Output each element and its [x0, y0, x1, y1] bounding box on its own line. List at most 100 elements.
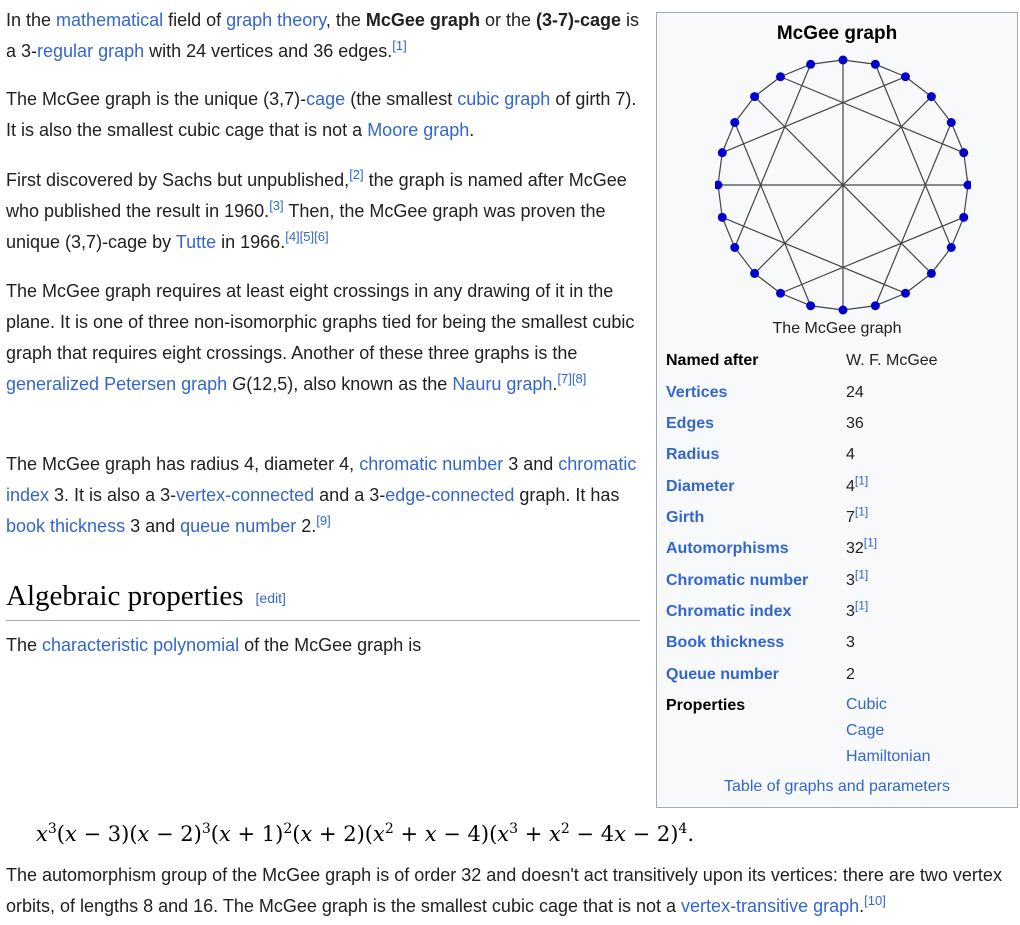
row-label-link[interactable]: Chromatic number	[666, 572, 808, 590]
chord-edge	[874, 64, 952, 248]
reference-2[interactable]: [2]	[349, 167, 363, 182]
text: The McGee graph requires at least eight …	[6, 281, 635, 363]
row-value: 32[1]	[846, 535, 878, 557]
intro-paragraph: In the mathematical field of graph theor…	[6, 5, 640, 67]
chord-edge	[780, 76, 964, 154]
infobox-caption: The McGee graph	[772, 320, 902, 337]
link-edge-connected[interactable]: edge-connected	[385, 485, 514, 505]
cycle-edge	[810, 305, 844, 311]
cycle-edge	[754, 76, 781, 98]
graph-vertex	[946, 118, 956, 127]
row-value: 3	[846, 634, 855, 651]
table-of-graphs-link[interactable]: Table of graphs and parameters	[657, 778, 1017, 796]
text: field of	[163, 10, 227, 30]
property-link-cubic[interactable]: Cubic	[846, 692, 930, 718]
row-label-link[interactable]: Diameter	[666, 478, 734, 496]
link-moore-graph[interactable]: Moore graph	[367, 120, 469, 140]
cycle-edge	[963, 184, 969, 218]
link-nauru-graph[interactable]: Nauru graph	[452, 374, 552, 394]
row-label-link[interactable]: Radius	[666, 446, 719, 464]
graph-vertex	[838, 305, 848, 315]
properties-list: Cubic Cage Hamiltonian	[846, 692, 930, 770]
reference-3[interactable]: [3]	[269, 198, 283, 213]
property-link-cage[interactable]: Cage	[846, 718, 930, 744]
graph-vertex	[926, 268, 936, 278]
row-value: 2	[846, 666, 855, 683]
graph-vertex	[901, 288, 910, 298]
text: (12,5), also known as the	[246, 374, 453, 394]
row-value: 3[1]	[846, 567, 869, 589]
row-value: 24	[846, 384, 864, 401]
text: in 1966.	[216, 232, 286, 252]
row-label-link[interactable]: Queue number	[666, 666, 779, 684]
reference[interactable]: [1]	[864, 536, 877, 550]
infobox: McGee graph The McGee graph Named after …	[656, 12, 1018, 808]
link-characteristic-polynomial[interactable]: characteristic polynomial	[42, 635, 239, 655]
reference[interactable]: [1]	[855, 474, 868, 488]
link-queue-number[interactable]: queue number	[180, 516, 296, 536]
link-tutte[interactable]: Tutte	[176, 232, 216, 252]
text: In the	[6, 10, 57, 30]
link-cubic-graph[interactable]: cubic graph	[457, 89, 550, 109]
row-label: Properties	[666, 697, 746, 714]
graph-vertex	[717, 212, 727, 222]
bold-term: McGee graph	[365, 10, 480, 30]
infobox-title: McGee graph	[776, 23, 898, 44]
graph-vertex	[730, 118, 740, 127]
reference[interactable]: [1]	[855, 599, 868, 613]
cycle-edge	[905, 272, 932, 294]
row-value: 4[1]	[846, 473, 869, 495]
cycle-edge	[930, 96, 952, 123]
graph-vertex	[750, 268, 760, 278]
reference[interactable]: [1]	[855, 568, 868, 582]
chord-edge	[734, 122, 812, 306]
row-value: 4	[846, 446, 855, 463]
graph-vertex	[715, 180, 723, 190]
polynomial-intro-paragraph: The characteristic polynomial of the McG…	[6, 630, 640, 661]
row-label-link[interactable]: Edges	[666, 415, 714, 433]
chord-edge	[734, 64, 812, 248]
reference[interactable]: [1]	[855, 505, 868, 519]
row-label-link[interactable]: Vertices	[666, 384, 727, 402]
mcgee-graph-image[interactable]	[715, 55, 971, 315]
link-mathematical[interactable]: mathematical	[56, 10, 163, 30]
edit-section-link[interactable]: [edit]	[256, 590, 286, 606]
text: and a 3-	[314, 485, 386, 505]
row-label-link[interactable]: Girth	[666, 509, 704, 527]
graph-vertex	[946, 243, 956, 252]
characteristic-polynomial-formula: x3(x − 3)(x − 2)3(x + 1)2(x + 2)(x2 + x …	[36, 821, 695, 846]
crossings-paragraph: The McGee graph requires at least eight …	[6, 276, 640, 400]
link-chromatic-number[interactable]: chromatic number	[359, 454, 503, 474]
row-value: 36	[846, 415, 864, 432]
graph-vertex	[730, 243, 740, 252]
heading-text: Algebraic properties	[6, 580, 244, 612]
link-regular-graph[interactable]: regular graph	[37, 41, 144, 61]
link-book-thickness[interactable]: book thickness	[6, 516, 125, 536]
graph-vertex	[901, 72, 910, 82]
reference-7-8[interactable]: [7][8]	[557, 371, 586, 386]
reference-1[interactable]: [1]	[392, 38, 406, 53]
chord-edge	[874, 122, 952, 306]
reference-9[interactable]: [9]	[316, 513, 330, 528]
link-generalized-petersen-graph[interactable]: generalized Petersen graph	[6, 374, 227, 394]
reference-10[interactable]: [10]	[864, 893, 886, 908]
cycle-edge	[810, 59, 844, 65]
text: 3 and	[125, 516, 181, 536]
link-vertex-connected[interactable]: vertex-connected	[176, 485, 314, 505]
link-cage[interactable]: cage	[306, 89, 345, 109]
link-vertex-transitive-graph[interactable]: vertex-transitive graph	[681, 896, 859, 916]
properties-paragraph: The McGee graph has radius 4, diameter 4…	[6, 449, 640, 542]
cycle-edge	[842, 305, 876, 311]
row-label-link[interactable]: Chromatic index	[666, 603, 791, 621]
link-graph-theory[interactable]: graph theory	[226, 10, 326, 30]
row-label-link[interactable]: Book thickness	[666, 634, 784, 652]
reference-4-5-6[interactable]: [4][5][6]	[285, 229, 328, 244]
text: First discovered by Sachs but unpublishe…	[6, 170, 350, 190]
text: 3. It is also a 3-	[49, 485, 177, 505]
italic-g: G	[232, 374, 247, 394]
row-value: W. F. McGee	[846, 352, 938, 369]
property-link-hamiltonian[interactable]: Hamiltonian	[846, 744, 930, 770]
graph-vertex	[750, 92, 760, 102]
text: graph. It has	[514, 485, 620, 505]
row-label-link[interactable]: Automorphisms	[666, 540, 789, 558]
